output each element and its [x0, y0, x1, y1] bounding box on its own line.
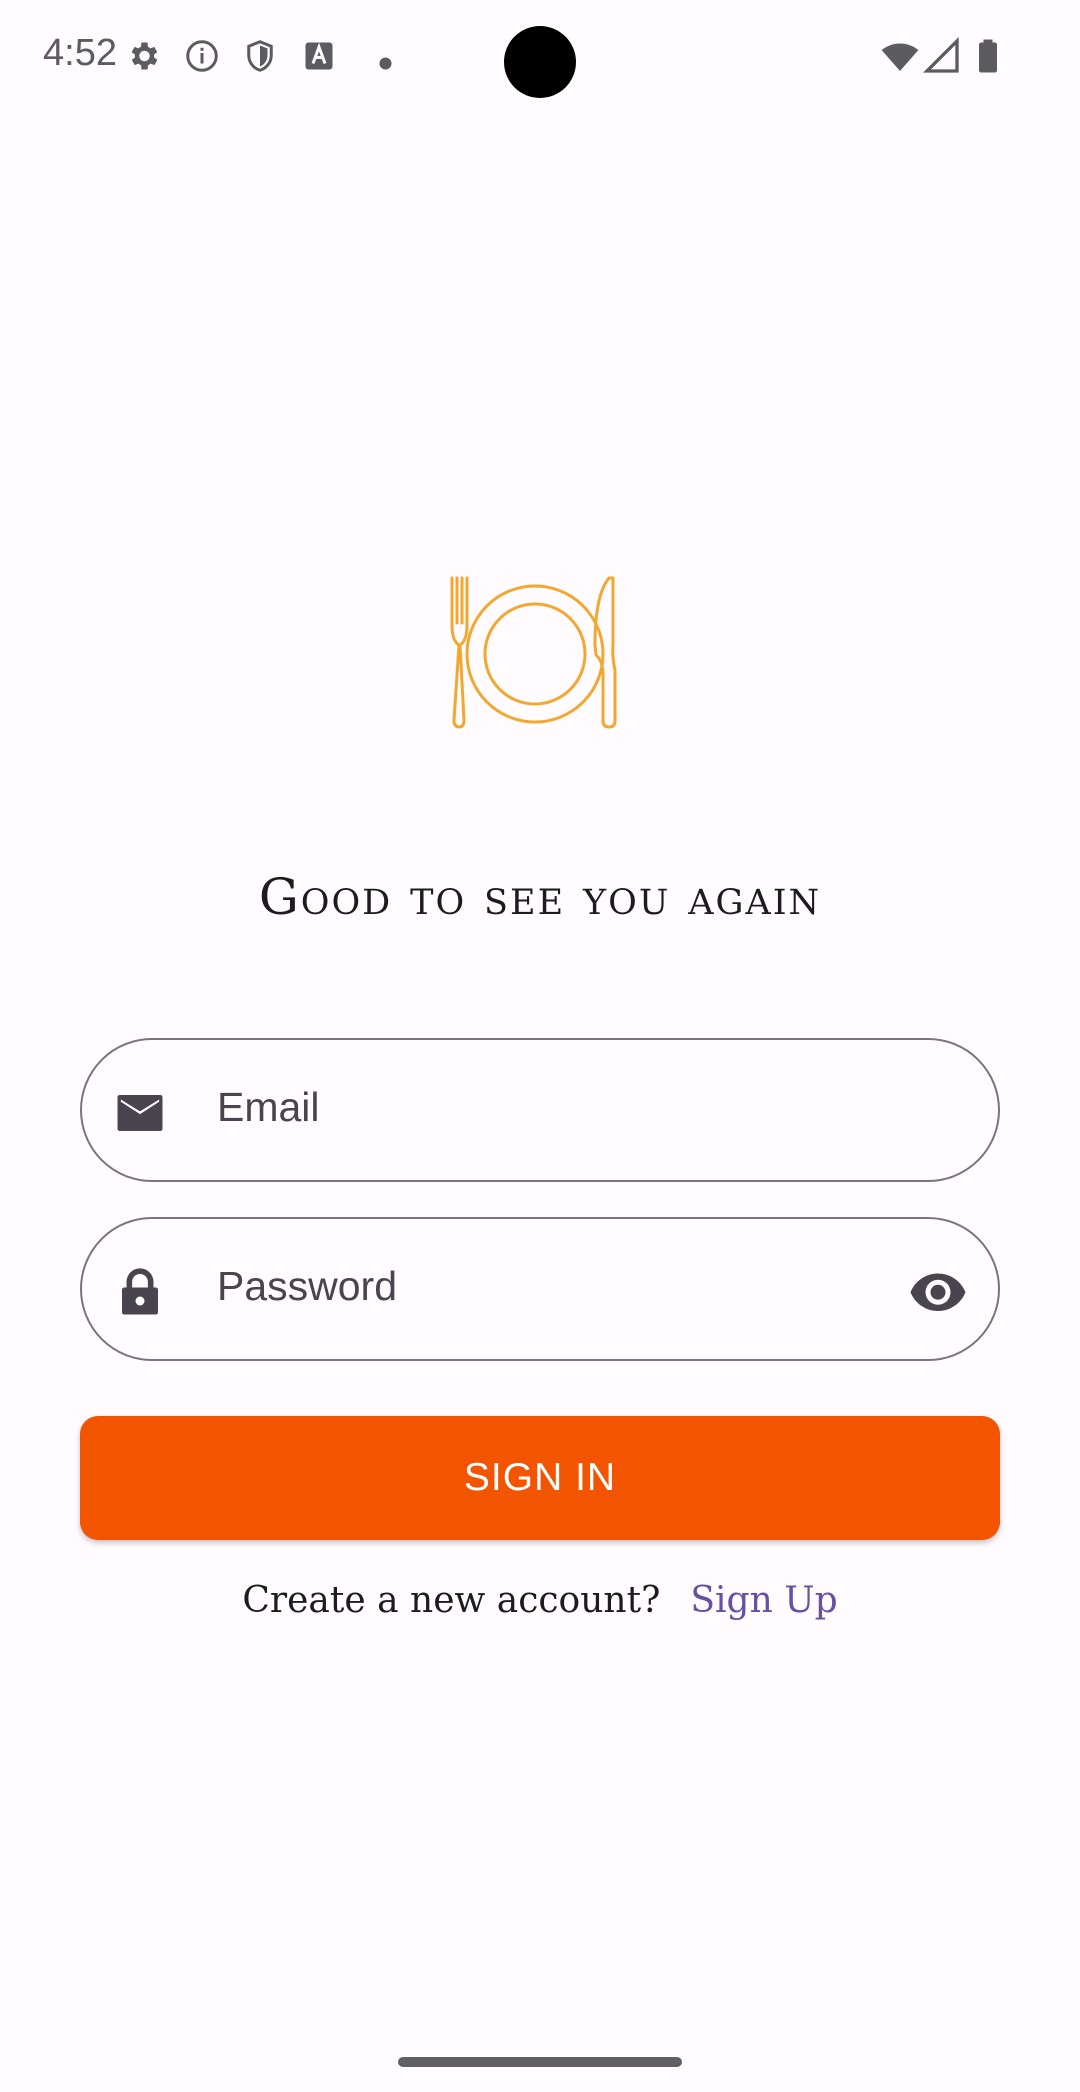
- email-field[interactable]: Email: [80, 1038, 1000, 1182]
- signup-question: Create a new account?: [242, 1580, 661, 1621]
- home-indicator[interactable]: [398, 2057, 682, 2067]
- sign-up-link[interactable]: Sign Up: [690, 1580, 837, 1621]
- plate-fork-knife-icon: [450, 576, 617, 729]
- dot-icon: [379, 57, 392, 70]
- signal-icon: [922, 36, 959, 73]
- email-placeholder: Email: [217, 1084, 320, 1130]
- password-field[interactable]: Password: [80, 1217, 1000, 1361]
- wifi-icon: [881, 43, 919, 71]
- signup-row: Create a new account? Sign Up: [0, 1580, 1080, 1621]
- camera-cutout: [504, 26, 576, 98]
- status-time: 4:52: [43, 32, 117, 74]
- gear-icon: [131, 42, 158, 70]
- keyboard-a-icon: [305, 42, 333, 70]
- info-icon: [186, 40, 218, 72]
- lock-icon: [122, 1268, 158, 1315]
- shield-icon: [247, 40, 273, 72]
- mail-icon: [117, 1095, 163, 1131]
- password-placeholder: Password: [217, 1263, 398, 1309]
- battery-icon: [979, 39, 997, 73]
- eye-icon[interactable]: [908, 1261, 968, 1321]
- status-bar: 4:52: [0, 0, 1080, 110]
- sign-in-button[interactable]: SIGN IN: [80, 1416, 1000, 1540]
- page-title: Good to see you again: [258, 868, 822, 926]
